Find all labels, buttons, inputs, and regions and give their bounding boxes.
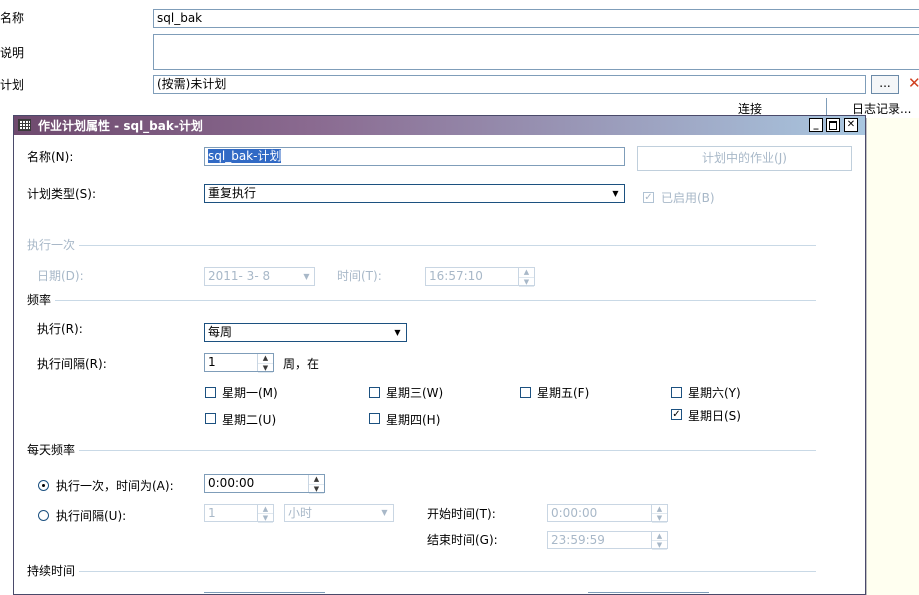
start-time-input: 0:00:00	[547, 504, 668, 522]
calendar-grid-icon	[18, 119, 31, 131]
chevron-down-icon[interactable]: ▼	[608, 186, 623, 201]
bg-log-tab[interactable]: 日志记录...	[852, 102, 911, 116]
start-time-label: 开始时间(T):	[427, 507, 496, 521]
freq-exec-select[interactable]: 每周	[204, 323, 407, 342]
duration-group-title: 持续时间	[27, 564, 80, 578]
bg-schedule-label: 计划	[0, 78, 25, 92]
freq-exec-label: 执行(R):	[37, 322, 83, 336]
bg-connect-tab[interactable]: 连接	[738, 102, 762, 116]
dialog-title: 作业计划属性 - sql_bak-计划	[38, 119, 203, 133]
schedule-type-select[interactable]: 重复执行	[204, 184, 625, 203]
end-time-input: 23:59:59	[547, 531, 668, 549]
once-time-spinner: ▲ ▼	[518, 268, 534, 287]
end-time-spinner: ▲ ▼	[651, 532, 667, 550]
friday-label: 星期五(F)	[537, 386, 590, 400]
enabled-checkbox: ✓	[643, 192, 654, 203]
duration-group-line	[27, 571, 816, 572]
daily-interval-radio[interactable]	[38, 510, 49, 521]
once-group-line	[27, 245, 816, 246]
sunday-label: 星期日(S)	[688, 409, 741, 423]
daily-once-time-spinner[interactable]: ▲ ▼	[308, 475, 324, 494]
thursday-checkbox[interactable]	[369, 413, 380, 424]
close-icon[interactable]: ✕	[844, 118, 858, 132]
daily-once-time-input[interactable]: 0:00:00	[204, 474, 325, 493]
bg-schedule-field: (按需)未计划	[153, 75, 866, 94]
minimize-icon[interactable]: _	[809, 118, 823, 132]
once-time-label: 时间(T):	[337, 269, 382, 283]
dialog-name-selected-text: sql_bak-计划	[208, 149, 282, 163]
start-time-spinner: ▲ ▼	[651, 505, 667, 523]
tuesday-label: 星期二(U)	[222, 413, 277, 427]
freq-interval-unit: 周，在	[283, 357, 320, 371]
saturday-label: 星期六(Y)	[688, 386, 741, 400]
bg-desc-input[interactable]	[153, 34, 919, 70]
schedule-type-label: 计划类型(S):	[27, 187, 97, 201]
bg-close-icon[interactable]: ✕	[908, 74, 919, 92]
bg-browse-button[interactable]: ...	[871, 75, 899, 94]
enabled-label: 已启用(B)	[661, 191, 715, 205]
date-chevron-down-icon: ▼	[299, 269, 314, 284]
freq-group-line	[27, 300, 816, 301]
once-date-label: 日期(D):	[37, 269, 84, 283]
jobs-in-schedule-button[interactable]: 计划中的作业(J)	[637, 146, 852, 171]
dialog-name-input[interactable]: sql_bak-计划	[204, 147, 625, 166]
monday-checkbox[interactable]	[205, 387, 216, 398]
sunday-checkbox[interactable]: ✓	[671, 409, 682, 420]
bg-name-label: 名称	[0, 11, 25, 25]
thursday-label: 星期四(H)	[386, 413, 441, 427]
saturday-checkbox[interactable]	[671, 387, 682, 398]
monday-label: 星期一(M)	[222, 386, 278, 400]
dialog-name-label: 名称(N):	[27, 150, 74, 164]
maximize-icon[interactable]	[826, 118, 840, 132]
daily-once-label: 执行一次，时间为(A):	[56, 479, 174, 493]
tuesday-checkbox[interactable]	[205, 413, 216, 424]
wednesday-label: 星期三(W)	[386, 386, 444, 400]
bg-side-panel	[866, 118, 919, 595]
freq-interval-spinner[interactable]: ▲ ▼	[257, 354, 273, 373]
bg-desc-label: 说明	[0, 46, 25, 60]
freq-chevron-down-icon[interactable]: ▼	[390, 325, 405, 340]
daily-interval-label: 执行间隔(U):	[56, 509, 127, 523]
end-time-label: 结束时间(G):	[427, 533, 498, 547]
friday-checkbox[interactable]	[520, 387, 531, 398]
wednesday-checkbox[interactable]	[369, 387, 380, 398]
freq-interval-label: 执行间隔(R):	[37, 357, 107, 371]
daily-once-radio[interactable]	[38, 480, 49, 491]
freq-group-title: 频率	[27, 293, 56, 307]
daily-interval-spinner: ▲ ▼	[257, 505, 273, 523]
bg-name-input[interactable]: sql_bak	[153, 9, 919, 28]
daily-group-line	[27, 450, 816, 451]
daily-group-title: 每天频率	[27, 443, 80, 457]
unit-chevron-down-icon: ▼	[377, 505, 392, 520]
once-group-title: 执行一次	[27, 238, 80, 252]
